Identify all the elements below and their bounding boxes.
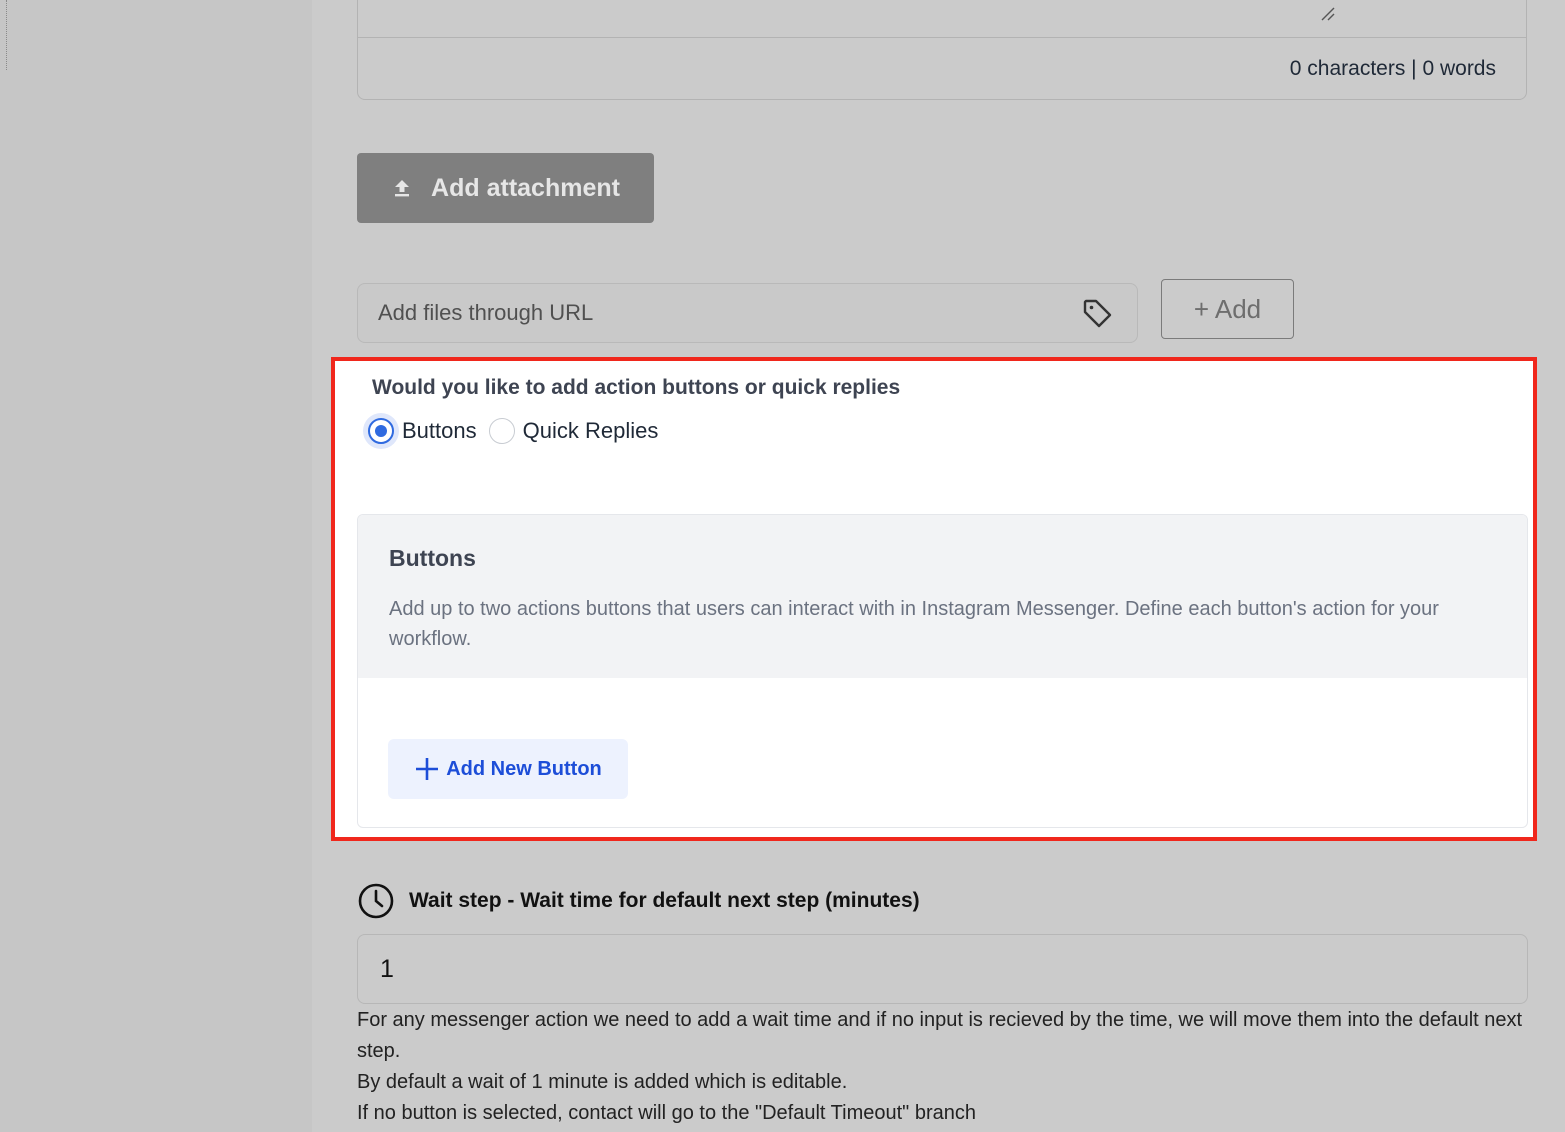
wait-time-input[interactable]: 1 xyxy=(357,934,1528,1004)
tag-icon[interactable] xyxy=(1081,297,1115,331)
add-attachment-button[interactable]: Add attachment xyxy=(357,153,654,223)
wait-step-title: Wait step - Wait time for default next s… xyxy=(409,889,920,912)
buttons-card-description: Add up to two actions buttons that users… xyxy=(389,598,1439,650)
add-new-button-label: Add New Button xyxy=(446,757,602,780)
wait-step-help: For any messenger action we need to add … xyxy=(357,1005,1532,1129)
add-attachment-label: Add attachment xyxy=(431,173,620,202)
message-editor[interactable]: 0 characters | 0 words xyxy=(357,0,1527,100)
action-choice-radio-group: Buttons Quick Replies xyxy=(368,418,670,444)
buttons-card: Buttons Add up to two actions buttons th… xyxy=(357,514,1528,828)
wait-time-value: 1 xyxy=(380,954,394,983)
radio-buttons-checked[interactable] xyxy=(368,418,394,444)
buttons-card-title: Buttons xyxy=(389,545,476,571)
resize-handle-icon[interactable] xyxy=(1320,6,1336,22)
wait-help-line: By default a wait of 1 minute is added w… xyxy=(357,1071,848,1093)
buttons-card-header: Buttons Add up to two actions buttons th… xyxy=(358,515,1527,678)
add-new-button[interactable]: Add New Button xyxy=(388,739,628,799)
upload-icon xyxy=(395,180,410,197)
left-panel xyxy=(0,0,312,1132)
radio-quick-replies-label: Quick Replies xyxy=(522,418,659,443)
editor-divider xyxy=(358,37,1526,38)
clock-icon xyxy=(358,883,394,919)
wait-help-line: If no button is selected, contact will g… xyxy=(357,1102,976,1124)
panel-edge xyxy=(0,0,7,70)
radio-buttons-label: Buttons xyxy=(402,418,477,443)
add-url-button[interactable]: + Add xyxy=(1161,279,1294,339)
file-url-placeholder: Add files through URL xyxy=(378,300,594,325)
action-choice-question: Would you like to add action buttons or … xyxy=(372,376,901,399)
wait-help-line: For any messenger action we need to add … xyxy=(357,1009,1523,1062)
radio-quick-replies[interactable] xyxy=(488,418,515,444)
radio-option-quick-replies[interactable]: Quick Replies xyxy=(488,418,659,444)
radio-option-buttons[interactable]: Buttons xyxy=(368,418,477,444)
character-word-counter: 0 characters | 0 words xyxy=(1289,57,1496,80)
file-url-input[interactable]: Add files through URL xyxy=(357,283,1138,343)
plus-icon xyxy=(416,758,439,780)
wait-step-header: Wait step - Wait time for default next s… xyxy=(357,882,920,920)
